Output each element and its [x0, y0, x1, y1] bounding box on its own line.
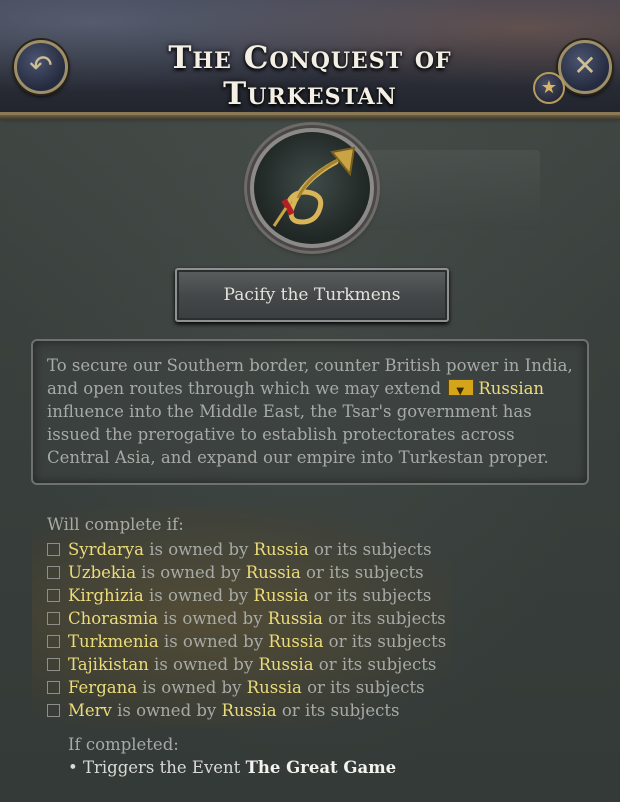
region-link[interactable]: Syrdarya	[68, 540, 144, 559]
region-link[interactable]: Uzbekia	[68, 563, 136, 582]
owner-link[interactable]: Russia	[268, 609, 323, 628]
region-link[interactable]: Tajikistan	[68, 655, 149, 674]
checkbox-icon	[47, 704, 60, 717]
event-link[interactable]: The Great Game	[246, 758, 397, 777]
requirement-item: Fergana is owned by Russia or its subjec…	[47, 676, 446, 699]
star-icon: ★	[533, 72, 565, 104]
owner-link[interactable]: Russia	[222, 701, 277, 720]
requirements-list: Syrdarya is owned by Russia or its subje…	[47, 538, 446, 722]
region-link[interactable]: Fergana	[68, 678, 137, 697]
mission-title: The Conquest of Turkestan	[168, 40, 452, 112]
region-link[interactable]: Merv	[68, 701, 112, 720]
bugle-icon	[272, 146, 356, 227]
requirement-item: Turkmenia is owned by Russia or its subj…	[47, 630, 446, 653]
requirement-item: Tajikistan is owned by Russia or its sub…	[47, 653, 446, 676]
checkbox-icon	[47, 658, 60, 671]
close-button[interactable]: ✕	[558, 40, 612, 94]
effect-prefix: Triggers the Event	[82, 758, 241, 777]
requirement-item: Merv is owned by Russia or its subjects	[47, 699, 446, 722]
checkbox-icon	[47, 566, 60, 579]
completion-effect: • Triggers the Event The Great Game	[68, 758, 396, 777]
checkbox-icon	[47, 681, 60, 694]
checkbox-icon	[47, 543, 60, 556]
owner-link[interactable]: Russia	[247, 678, 302, 697]
checkbox-icon	[47, 612, 60, 625]
description-part2: influence into the Middle East, the Tsar…	[47, 402, 549, 467]
requirement-item: Chorasmia is owned by Russia or its subj…	[47, 607, 446, 630]
bullet: •	[68, 758, 78, 777]
back-arrow-icon: ↶	[29, 49, 53, 82]
checkbox-icon	[47, 589, 60, 602]
region-link[interactable]: Kirghizia	[68, 586, 144, 605]
owner-link[interactable]: Russia	[253, 586, 308, 605]
mission-objective-button[interactable]: Pacify the Turkmens	[175, 268, 449, 322]
bugle-emblem	[250, 128, 374, 248]
owner-link[interactable]: Russia	[268, 632, 323, 651]
region-link[interactable]: Turkmenia	[68, 632, 159, 651]
requirement-item: Syrdarya is owned by Russia or its subje…	[47, 538, 446, 561]
back-button[interactable]: ↶	[14, 40, 68, 94]
checkbox-icon	[47, 635, 60, 648]
mission-description: To secure our Southern border, counter B…	[31, 339, 589, 485]
close-icon: ✕	[573, 49, 597, 82]
requirement-item: Uzbekia is owned by Russia or its subjec…	[47, 561, 446, 584]
requirement-item: Kirghizia is owned by Russia or its subj…	[47, 584, 446, 607]
owner-link[interactable]: Russia	[246, 563, 301, 582]
russia-flag-icon	[448, 379, 475, 403]
owner-link[interactable]: Russia	[258, 655, 313, 674]
region-link[interactable]: Chorasmia	[68, 609, 158, 628]
mission-header: ↶ The Conquest of Turkestan ✕ ★	[0, 0, 620, 120]
requirements-title: Will complete if:	[47, 515, 184, 534]
completion-label: If completed:	[68, 735, 179, 754]
owner-link[interactable]: Russia	[254, 540, 309, 559]
description-country[interactable]: Russian	[478, 379, 544, 398]
